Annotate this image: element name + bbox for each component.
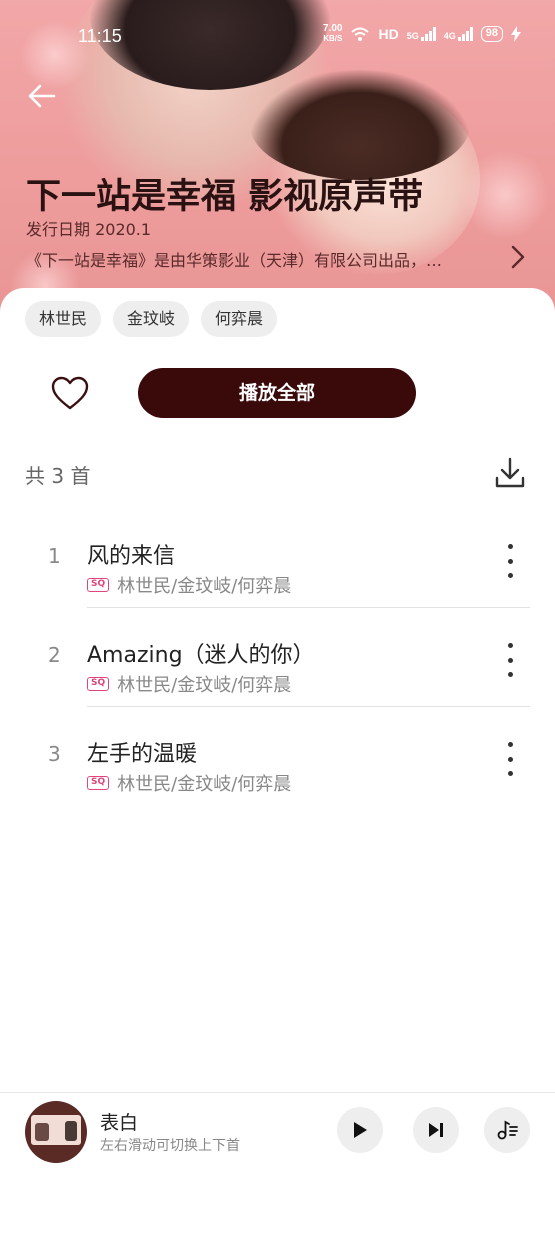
download-icon	[495, 457, 525, 488]
net-speed-unit: KB/S	[323, 34, 343, 43]
signal-4g: 4G	[444, 27, 473, 41]
now-playing-hint: 左右滑动可切换上下首	[100, 1138, 240, 1154]
song-meta: SQ 林世民/金玟岐/何弈晨	[87, 572, 291, 598]
net-speed-value: 7.00	[323, 23, 343, 34]
song-row[interactable]: 1 风的来信 SQ 林世民/金玟岐/何弈晨	[0, 510, 555, 608]
song-title: Amazing（迷人的你）	[87, 643, 315, 668]
sim1-label: 5G	[406, 31, 419, 41]
song-artists: 林世民/金玟岐/何弈晨	[117, 675, 292, 696]
like-button[interactable]	[50, 374, 90, 414]
signal-5g: 5G	[407, 27, 436, 41]
more-vertical-icon	[507, 742, 513, 747]
charging-icon	[511, 26, 521, 42]
play-all-button[interactable]: 播放全部	[138, 368, 416, 418]
song-title: 左手的温暖	[87, 742, 198, 767]
song-more-button[interactable]	[500, 643, 520, 677]
skip-next-icon	[429, 1123, 443, 1137]
divider	[87, 607, 530, 608]
signal-bars-icon	[457, 27, 473, 41]
sq-badge: SQ	[87, 578, 110, 592]
status-bar: 11:15 7.00 KB/S HD 5G 4G 98	[0, 22, 555, 52]
cover-art-detail	[31, 1115, 81, 1145]
download-button[interactable]	[494, 456, 526, 490]
next-button[interactable]	[413, 1107, 459, 1153]
sq-badge: SQ	[87, 677, 110, 691]
net-speed: 7.00 KB/S	[323, 24, 342, 44]
cover-art-detail	[250, 70, 470, 180]
more-vertical-icon	[507, 544, 513, 549]
album-title: 下一站是幸福 影视原声带	[26, 177, 424, 217]
song-number: 3	[48, 742, 61, 766]
status-indicators: 7.00 KB/S HD 5G 4G 98	[323, 24, 521, 44]
song-count: 共 3 首	[25, 464, 91, 488]
play-icon	[354, 1122, 367, 1138]
back-arrow-icon	[28, 84, 56, 108]
artist-chips: 林世民 金玟岐 何弈晨	[25, 301, 278, 337]
decorative-flower	[460, 150, 550, 240]
description-expand-button[interactable]	[508, 242, 528, 279]
play-button[interactable]	[337, 1107, 383, 1153]
mini-player[interactable]: 表白 左右滑动可切换上下首	[0, 1092, 555, 1166]
artist-chip[interactable]: 金玟岐	[113, 301, 190, 337]
battery-level: 98	[485, 27, 498, 39]
now-playing-title: 表白	[100, 1112, 139, 1134]
now-playing-cover[interactable]	[25, 1101, 87, 1163]
song-row[interactable]: 2 Amazing（迷人的你） SQ 林世民/金玟岐/何弈晨	[0, 609, 555, 707]
song-artists: 林世民/金玟岐/何弈晨	[117, 576, 292, 597]
song-meta: SQ 林世民/金玟岐/何弈晨	[87, 671, 291, 697]
hd-label: HD	[378, 26, 399, 42]
release-date: 发行日期 2020.1	[26, 220, 152, 239]
chevron-right-icon	[511, 245, 525, 269]
song-row[interactable]: 3 左手的温暖 SQ 林世民/金玟岐/何弈晨	[0, 708, 555, 806]
more-vertical-icon	[507, 643, 513, 648]
divider	[87, 706, 530, 707]
song-title: 风的来信	[87, 544, 176, 569]
heart-icon	[51, 376, 89, 410]
artist-chip[interactable]: 何弈晨	[201, 301, 278, 337]
status-time: 11:15	[78, 26, 122, 46]
song-artists: 林世民/金玟岐/何弈晨	[117, 774, 292, 795]
playlist-icon	[497, 1120, 518, 1140]
song-number: 1	[48, 544, 61, 568]
wifi-icon	[351, 27, 370, 41]
sq-badge: SQ	[87, 776, 110, 790]
song-number: 2	[48, 643, 61, 667]
artist-chip[interactable]: 林世民	[25, 301, 102, 337]
sim2-label: 4G	[443, 31, 456, 41]
song-more-button[interactable]	[500, 544, 520, 578]
queue-button[interactable]	[484, 1107, 530, 1153]
album-header: 11:15 7.00 KB/S HD 5G 4G 98 下一站是幸福 影视原声带…	[0, 0, 555, 320]
signal-bars-icon	[420, 27, 436, 41]
album-description[interactable]: 《下一站是幸福》是由华策影业（天津）有限公司出品，…	[26, 247, 506, 271]
song-more-button[interactable]	[500, 742, 520, 776]
song-meta: SQ 林世民/金玟岐/何弈晨	[87, 770, 291, 796]
back-button[interactable]	[26, 80, 62, 116]
battery-icon: 98	[480, 26, 503, 42]
